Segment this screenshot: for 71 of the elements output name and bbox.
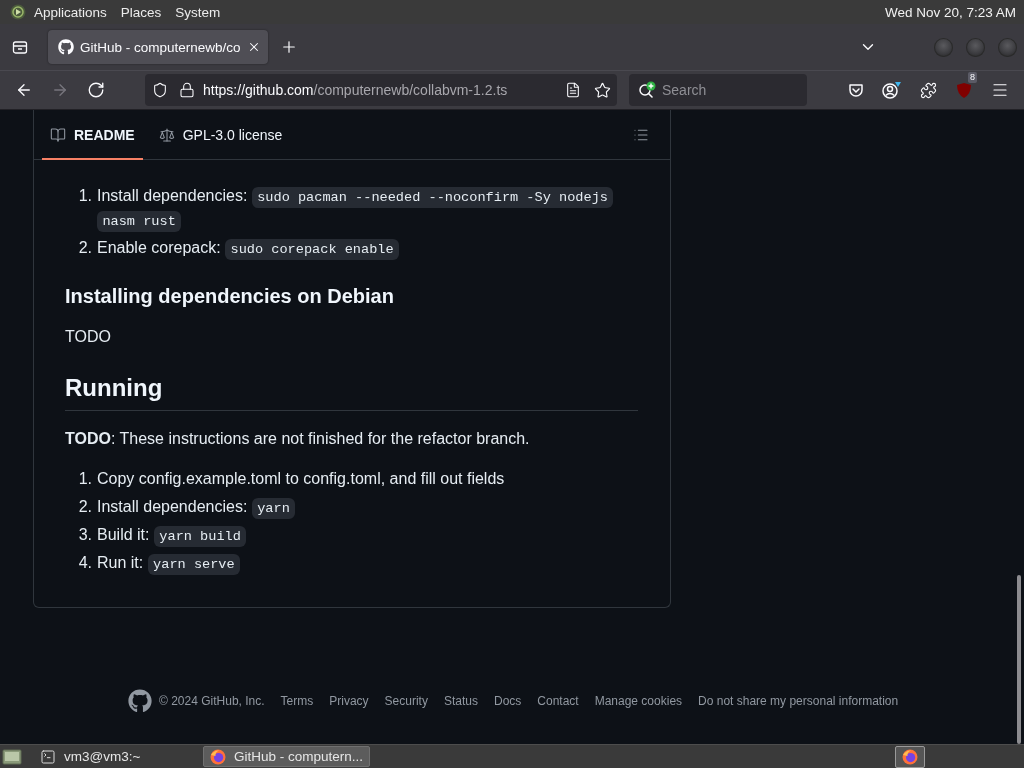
account-icon (882, 81, 902, 99)
terminal-icon (40, 748, 56, 765)
scale-icon (158, 127, 175, 143)
list-item-text: Install dependencies: (97, 498, 248, 515)
list-item-text: Install dependencies: (97, 187, 248, 204)
plus-icon (280, 38, 298, 56)
inline-code: nasm rust (97, 211, 182, 232)
panel-menu[interactable]: Applications (27, 0, 114, 24)
list-number: 1. (77, 469, 93, 489)
menu-icon (991, 81, 1009, 99)
list-number: 2. (77, 497, 93, 517)
document-icon[interactable] (565, 82, 581, 98)
github-logo-icon (58, 39, 74, 55)
shield-badge-icon (956, 81, 972, 99)
inline-code: sudo pacman --needed --noconfirm -Sy nodejs (251, 187, 614, 208)
extension-button[interactable]: 8 (948, 74, 980, 106)
app-menu-logo-icon[interactable] (10, 4, 26, 20)
inline-code: yarn serve (147, 554, 241, 575)
list-number: 2. (77, 238, 93, 258)
badge-count: 8 (968, 72, 977, 83)
show-desktop-icon[interactable] (2, 747, 22, 766)
list-number: 4. (77, 553, 93, 573)
tray-icon (12, 39, 28, 55)
search-field[interactable]: Search (629, 74, 807, 106)
inline-code: yarn build (153, 526, 247, 547)
taskbar-button[interactable]: GitHub - computern... (203, 746, 370, 767)
browser-icon (902, 748, 918, 765)
browser-tab[interactable]: GitHub - computernewb/co (48, 30, 268, 64)
clock-text: Wed Nov 20, 7:23 AM (884, 4, 1016, 20)
puzzle-icon (919, 81, 937, 99)
footer-link[interactable]: Status (443, 694, 478, 708)
section-heading: Running (65, 373, 638, 411)
shield-icon (152, 82, 168, 98)
footer-link[interactable]: Terms (280, 694, 314, 708)
footer-link[interactable]: Do not share my personal information (698, 694, 899, 708)
github-logo-icon[interactable] (128, 689, 152, 713)
list-item-text: Copy config.example.toml to config.toml, and fill out fields (97, 470, 505, 487)
pocket-icon (848, 82, 864, 98)
inline-code: sudo corepack enable (225, 239, 400, 260)
inline-code: yarn (251, 498, 296, 519)
scrollbar-thumb[interactable] (1016, 575, 1021, 744)
footer-link[interactable]: Docs (493, 694, 522, 708)
footer-link[interactable]: Contact (537, 694, 579, 708)
list-item-text: Enable corepack: (97, 239, 221, 256)
readme-tab[interactable]: README (42, 110, 143, 160)
paragraph: TODO: These instructions are not finished for the refactor branch. (65, 429, 531, 449)
taskbar-button[interactable]: vm3@vm3:~ (33, 746, 200, 767)
address-field[interactable]: https://github.com/computernewb/collabvm-1.2.ts (145, 74, 617, 106)
list-item-text: Build it: (97, 526, 150, 543)
book-icon (50, 127, 66, 143)
list-item-text: Run it: (97, 554, 144, 571)
paragraph: TODO (65, 327, 112, 347)
section-heading: Installing dependencies on Debian (65, 284, 395, 309)
footer-link[interactable]: Privacy (329, 694, 369, 708)
star-icon[interactable] (594, 81, 611, 99)
list-number: 1. (77, 186, 93, 206)
panel-menu[interactable]: Places (113, 0, 169, 24)
tray-app-button[interactable] (895, 745, 925, 768)
arrow-right-icon (51, 81, 69, 99)
url-domain: https://github.com (203, 82, 314, 98)
panel-menu[interactable]: System (168, 0, 228, 24)
footer-link[interactable]: Security (384, 694, 428, 708)
readme-tab[interactable]: GPL-3.0 license (150, 110, 291, 160)
reload-icon (87, 81, 105, 99)
url-path: /computernewb/collabvm-1.2.ts (313, 82, 508, 98)
browser-icon (210, 748, 226, 765)
search-icon (638, 81, 658, 99)
copyright-text: © 2024 GitHub, Inc. (159, 694, 265, 708)
lock-icon (179, 82, 195, 98)
footer-link[interactable]: Manage cookies (594, 694, 683, 708)
list-number: 3. (77, 525, 93, 545)
